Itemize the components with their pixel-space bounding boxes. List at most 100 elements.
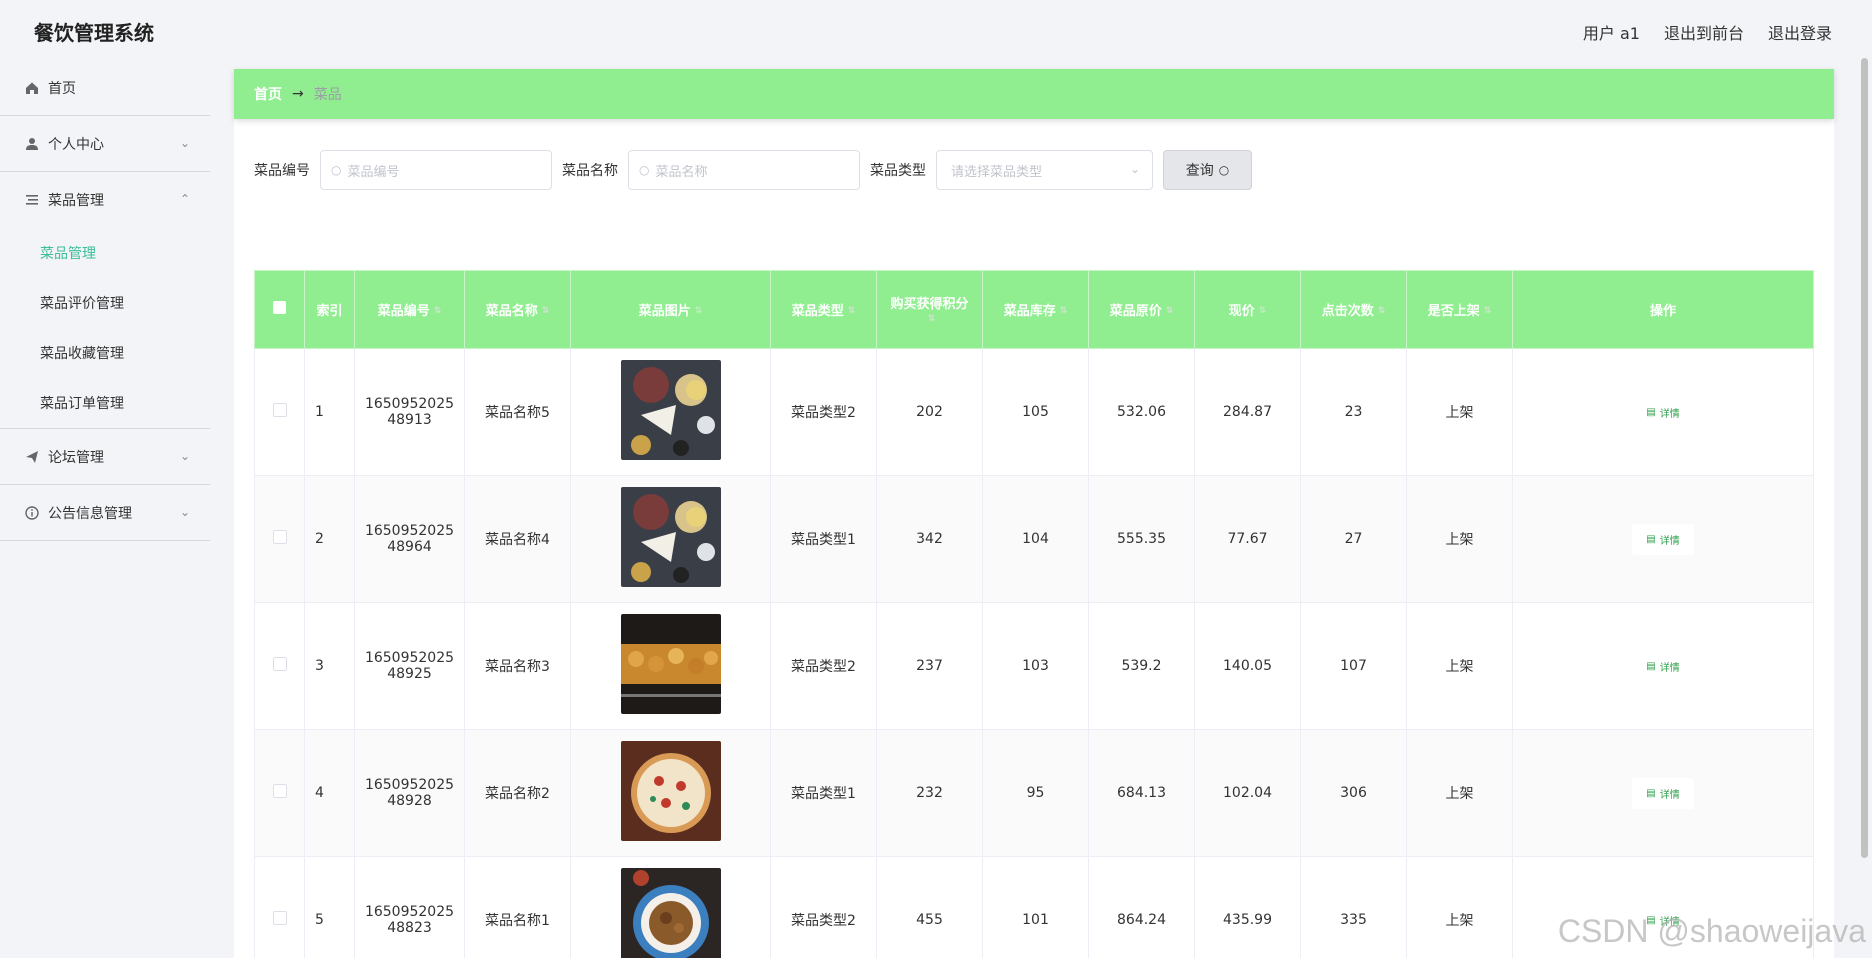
price-cell: 77.67 <box>1194 475 1301 603</box>
index-cell: 4 <box>304 729 355 857</box>
user-label[interactable]: 用户 a1 <box>1583 20 1640 44</box>
header-cell[interactable]: 菜品原价 ⇅ <box>1088 270 1195 349</box>
logout-link[interactable]: 退出登录 <box>1768 20 1832 44</box>
header-cell[interactable]: 是否上架 ⇅ <box>1406 270 1513 349</box>
code-placeholder: 菜品编号 <box>347 164 400 180</box>
exit-to-front-link[interactable]: 退出到前台 <box>1664 20 1744 44</box>
sort-icon[interactable]: ⇅ <box>1060 307 1068 316</box>
row-select-cell[interactable] <box>254 729 305 857</box>
sidebar-item-notice[interactable]: 公告信息管理 ⌄ <box>0 485 210 541</box>
sort-icon[interactable]: ⇅ <box>1259 307 1267 316</box>
detail-button[interactable]: ▤ 详情 <box>1632 396 1694 428</box>
row-checkbox[interactable] <box>272 403 287 417</box>
sort-icon[interactable]: ⇅ <box>1378 307 1386 316</box>
type-select[interactable]: 请选择菜品类型 ⌄ <box>936 150 1153 190</box>
row-select-cell[interactable] <box>254 602 305 730</box>
header-stock: 菜品库存 <box>1003 304 1056 319</box>
dish-image[interactable] <box>620 741 721 841</box>
header-cell[interactable]: 菜品图片 ⇅ <box>570 270 771 349</box>
dish-image[interactable] <box>620 868 721 958</box>
name-cell: 菜品名称3 <box>464 602 571 730</box>
status-cell: 上架 <box>1406 602 1513 730</box>
row-checkbox[interactable] <box>272 784 287 798</box>
sidebar-sub-order[interactable]: 菜品订单管理 <box>0 378 210 428</box>
sort-icon[interactable]: ⇅ <box>1166 307 1174 316</box>
name-cell: 菜品名称2 <box>464 729 571 857</box>
header-cell[interactable]: 购买获得积分 ⇅ <box>876 270 983 349</box>
status-cell: 上架 <box>1406 348 1513 476</box>
sidebar-item-personal[interactable]: 个人中心 ⌄ <box>0 116 210 172</box>
app-title: 餐饮管理系统 <box>34 21 154 45</box>
search-icon: ○ <box>1218 163 1230 177</box>
detail-button[interactable]: ▤ 详情 <box>1632 777 1694 809</box>
dish-table: 索引 菜品编号 ⇅ 菜品名称 ⇅ 菜品图片 ⇅ 菜品类型 ⇅ 购买获得积分 ⇅ 菜品库存 ⇅… <box>254 270 1814 958</box>
row-checkbox[interactable] <box>272 657 287 671</box>
detail-button[interactable]: ▤ 详情 <box>1632 650 1694 682</box>
actions-cell: ▤ 详情 <box>1512 475 1814 603</box>
header-name: 菜品名称 <box>485 304 538 319</box>
code-cell: 1650952025 48964 <box>354 475 465 603</box>
orig-price-cell: 532.06 <box>1088 348 1195 476</box>
row-checkbox[interactable] <box>272 530 287 544</box>
name-search-input[interactable]: ○ 菜品名称 <box>628 150 860 190</box>
clicks-cell: 27 <box>1300 475 1407 603</box>
select-all-checkbox[interactable] <box>273 301 286 314</box>
status-cell: 上架 <box>1406 856 1513 958</box>
main-panel: 首页 → 菜品 菜品编号 ○ 菜品编号 菜品名称 ○ 菜品名称 菜品类型 请选择… <box>234 69 1834 958</box>
breadcrumb-current: 菜品 <box>313 87 342 103</box>
chevron-down-icon: ⌄ <box>179 136 190 150</box>
header-cell[interactable]: 菜品编号 ⇅ <box>354 270 465 349</box>
sort-icon[interactable]: ⇅ <box>434 307 442 316</box>
detail-button[interactable]: ▤ 详情 <box>1632 523 1694 555</box>
sidebar-item-home[interactable]: 首页 <box>0 60 210 116</box>
sidebar-item-label: 个人中心 <box>48 136 104 153</box>
header-code: 菜品编号 <box>377 304 430 319</box>
orig-price-cell: 864.24 <box>1088 856 1195 958</box>
header-cell[interactable]: 点击次数 ⇅ <box>1300 270 1407 349</box>
index-cell: 1 <box>304 348 355 476</box>
points-cell: 202 <box>876 348 983 476</box>
sort-icon[interactable]: ⇅ <box>928 314 936 324</box>
query-button[interactable]: 查询 ○ <box>1163 150 1252 190</box>
sort-icon[interactable]: ⇅ <box>848 307 856 316</box>
page-scrollbar[interactable] <box>1861 58 1868 858</box>
document-icon: ▤ <box>1646 533 1656 545</box>
header-cell[interactable]: 菜品类型 ⇅ <box>770 270 877 349</box>
sidebar-sub-review[interactable]: 菜品评价管理 <box>0 278 210 328</box>
code-part-b: 48823 <box>387 920 432 936</box>
dish-image[interactable] <box>620 360 721 460</box>
header-price: 现价 <box>1228 304 1255 319</box>
type-cell: 菜品类型2 <box>770 602 877 730</box>
row-select-cell[interactable] <box>254 348 305 476</box>
list-icon <box>24 192 40 208</box>
dish-image[interactable] <box>620 614 721 714</box>
sidebar-item-forum[interactable]: 论坛管理 ⌄ <box>0 429 210 485</box>
row-select-cell[interactable] <box>254 856 305 958</box>
sort-icon[interactable]: ⇅ <box>542 307 550 316</box>
sort-icon[interactable]: ⇅ <box>1484 307 1492 316</box>
image-cell <box>570 475 771 603</box>
header-cell: 索引 <box>304 270 355 349</box>
select-all-cell[interactable] <box>254 270 305 349</box>
sidebar-item-label: 菜品管理 <box>48 193 104 209</box>
row-select-cell[interactable] <box>254 475 305 603</box>
clicks-cell: 107 <box>1300 602 1407 730</box>
header-image: 菜品图片 <box>638 304 691 319</box>
header-cell[interactable]: 菜品名称 ⇅ <box>464 270 571 349</box>
status-cell: 上架 <box>1406 475 1513 603</box>
breadcrumb-home[interactable]: 首页 <box>254 84 282 104</box>
header-cell[interactable]: 现价 ⇅ <box>1194 270 1301 349</box>
type-cell: 菜品类型2 <box>770 348 877 476</box>
type-placeholder: 请选择菜品类型 <box>951 164 1043 180</box>
header-cell[interactable]: 菜品库存 ⇅ <box>982 270 1089 349</box>
sidebar-sub-favorite[interactable]: 菜品收藏管理 <box>0 328 210 378</box>
row-checkbox[interactable] <box>272 911 287 925</box>
code-search-input[interactable]: ○ 菜品编号 <box>320 150 552 190</box>
user-icon <box>24 136 40 152</box>
sidebar-item-dish-mgmt[interactable]: 菜品管理 ⌃ <box>0 172 210 228</box>
sidebar-sub-dish[interactable]: 菜品管理 <box>0 228 210 278</box>
header-cell: 操作 <box>1512 270 1814 349</box>
sort-icon[interactable]: ⇅ <box>695 307 703 316</box>
dish-image[interactable] <box>620 487 721 587</box>
search-bar: 菜品编号 ○ 菜品编号 菜品名称 ○ 菜品名称 菜品类型 请选择菜品类型 ⌄ 查… <box>254 150 1252 190</box>
